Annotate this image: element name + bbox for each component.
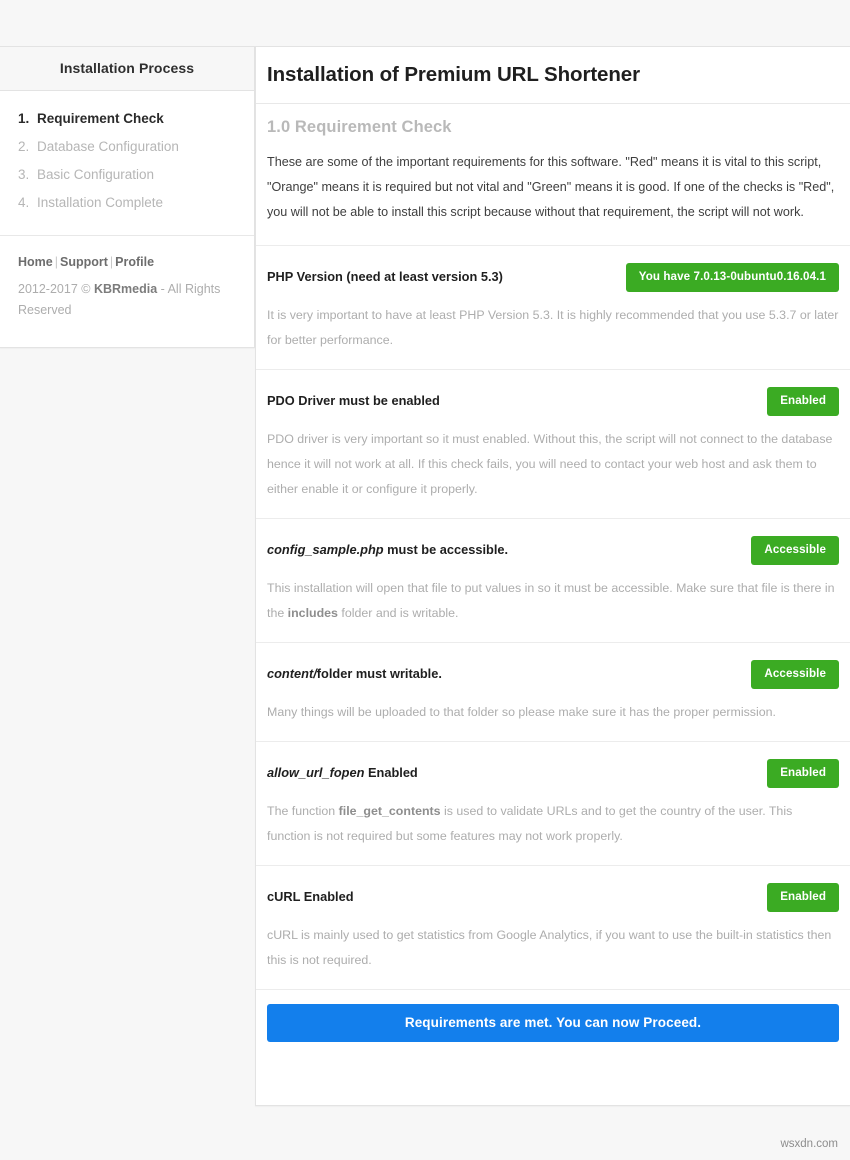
requirement-desc-part2: folder and is writable.: [337, 606, 459, 620]
requirement-header: PHP Version (need at least version 5.3) Y…: [267, 263, 839, 293]
requirement-title-code: allow_url_fopen: [267, 765, 365, 780]
footer-link-home[interactable]: Home: [18, 255, 53, 269]
requirement-description: This installation will open that file to…: [267, 576, 839, 626]
requirement-title-text: PHP Version (need at least version 5.3): [267, 269, 503, 284]
proceed-button[interactable]: Requirements are met. You can now Procee…: [267, 1004, 839, 1042]
requirement-title-text: Enabled: [364, 765, 418, 780]
footer-copyright: 2012-2017 © KBRmedia - All Rights Reserv…: [18, 279, 236, 321]
requirement-header: config_sample.php must be accessible. Acc…: [267, 536, 839, 566]
requirement-description: PDO driver is very important so it must …: [267, 427, 839, 502]
step-number: 2.: [18, 139, 30, 154]
requirement-title: config_sample.php must be accessible.: [267, 536, 508, 559]
requirement-description: Many things will be uploaded to that fol…: [267, 700, 839, 725]
requirement-title: cURL Enabled: [267, 883, 354, 906]
page-title: Installation of Premium URL Shortener: [267, 63, 640, 86]
status-badge: Enabled: [767, 883, 839, 912]
copyright-brand: KBRmedia: [93, 282, 158, 296]
requirement-row: config_sample.php must be accessible. Acc…: [256, 519, 850, 643]
status-badge: Enabled: [767, 387, 839, 416]
sidebar-step-2[interactable]: 2. Database Configuration: [0, 133, 254, 161]
page-layout: Installation Process 1. Requirement Check…: [0, 46, 850, 1106]
requirement-title-text: PDO Driver must be enabled: [267, 393, 440, 408]
sidebar-step-1[interactable]: 1. Requirement Check: [0, 105, 254, 133]
step-number: 3.: [18, 167, 30, 182]
requirement-row: PHP Version (need at least version 5.3) Y…: [256, 246, 850, 370]
requirement-title-code: content/: [267, 666, 317, 681]
requirement-row: content/folder must writable. Accessible M…: [256, 643, 850, 742]
requirement-title: content/folder must writable.: [267, 660, 442, 683]
requirement-desc-part1: PDO driver is very important so it must …: [267, 432, 833, 496]
requirement-title: PHP Version (need at least version 5.3): [267, 263, 503, 286]
requirements-list: PHP Version (need at least version 5.3) Y…: [256, 246, 850, 990]
requirement-title: allow_url_fopen Enabled: [267, 759, 418, 782]
step-label: Database Configuration: [37, 139, 179, 154]
sidebar-footer: Home | Support | Profile 2012-2017 © KBRmedi…: [0, 236, 254, 347]
intro-paragraph: These are some of the important requirem…: [267, 155, 835, 219]
requirement-title-text: must be accessible.: [383, 542, 509, 557]
installation-steps-list: 1. Requirement Check 2. Database Configurat…: [0, 91, 254, 236]
requirement-title: PDO Driver must be enabled: [267, 387, 440, 410]
requirement-description: The function file_get_contents is used t…: [267, 799, 839, 849]
requirement-desc-emphasis: includes: [287, 606, 338, 620]
step-label: Requirement Check: [37, 111, 164, 126]
step-number: 1.: [18, 111, 30, 126]
requirement-title-text: folder must writable.: [316, 666, 442, 681]
requirement-header: content/folder must writable. Accessible: [267, 660, 839, 690]
status-badge: You have 7.0.13-0ubuntu0.16.04.1: [625, 263, 839, 292]
sidebar-step-4[interactable]: 4. Installation Complete: [0, 189, 254, 217]
requirement-desc-emphasis: file_get_contents: [338, 804, 441, 818]
requirement-header: cURL Enabled Enabled: [267, 883, 839, 913]
step-label: Installation Complete: [37, 195, 164, 210]
requirement-title-text: cURL Enabled: [267, 889, 354, 904]
footer-separator-1: |: [54, 255, 58, 269]
requirement-header: allow_url_fopen Enabled Enabled: [267, 759, 839, 789]
requirement-header: PDO Driver must be enabled Enabled: [267, 387, 839, 417]
requirement-desc-part1: cURL is mainly used to get statistics fr…: [267, 928, 832, 967]
proceed-section: Requirements are met. You can now Procee…: [256, 990, 850, 1064]
status-badge: Enabled: [767, 759, 839, 788]
requirement-title-code: config_sample.php: [267, 542, 384, 557]
requirement-row: PDO Driver must be enabled Enabled PDO dri…: [256, 370, 850, 519]
requirement-description: It is very important to have at least PH…: [267, 303, 839, 353]
status-badge: Accessible: [751, 536, 839, 565]
main-header: Installation of Premium URL Shortener: [256, 47, 850, 104]
sidebar-title: Installation Process: [0, 47, 254, 91]
installer-page: Installation Process 1. Requirement Check…: [0, 0, 850, 1160]
footer-links: Home | Support | Profile: [18, 252, 236, 273]
requirement-description: cURL is mainly used to get statistics fr…: [267, 923, 839, 973]
status-badge: Accessible: [751, 660, 839, 689]
watermark: wsxdn.com: [780, 1138, 838, 1150]
requirement-row: cURL Enabled Enabled cURL is mainly used t…: [256, 866, 850, 990]
sidebar-step-3[interactable]: 3. Basic Configuration: [0, 161, 254, 189]
main-panel: Installation of Premium URL Shortener 1.…: [255, 46, 850, 1106]
requirement-row: allow_url_fopen Enabled Enabled The functi…: [256, 742, 850, 866]
footer-link-support[interactable]: Support: [60, 255, 108, 269]
section-heading: 1.0 Requirement Check: [267, 118, 452, 136]
intro-section: 1.0 Requirement Check These are some of …: [256, 104, 850, 246]
copyright-prefix: 2012-2017 ©: [18, 282, 94, 296]
requirement-desc-part1: Many things will be uploaded to that fol…: [267, 705, 776, 719]
step-label: Basic Configuration: [37, 167, 155, 182]
step-number: 4.: [18, 195, 30, 210]
requirement-desc-part1: The function: [267, 804, 339, 818]
sidebar: Installation Process 1. Requirement Check…: [0, 46, 255, 348]
requirement-desc-part1: It is very important to have at least PH…: [267, 308, 839, 347]
footer-link-profile[interactable]: Profile: [115, 255, 154, 269]
